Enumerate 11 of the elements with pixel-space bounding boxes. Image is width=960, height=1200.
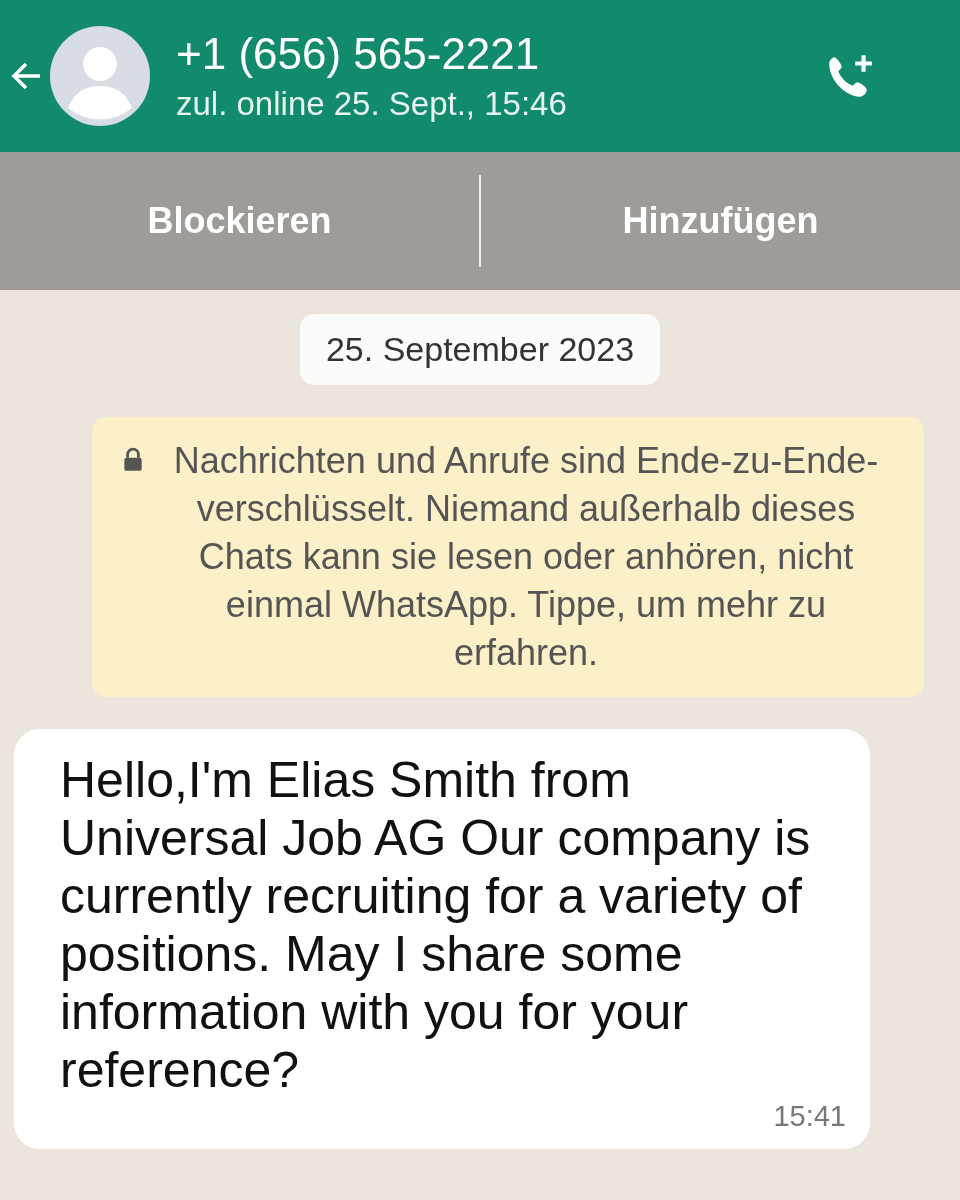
avatar-icon[interactable] <box>50 26 150 126</box>
last-seen-status: zul. online 25. Sept., 15:46 <box>176 84 568 124</box>
lock-icon <box>122 447 144 473</box>
message-text: Hello,I'm Elias Smith from Universal Job AG Our company is currently recruiting for a variety of positions. May I share some information with you for your reference? <box>60 751 812 1099</box>
date-chip: 25. September 2023 <box>299 314 661 385</box>
encryption-notice[interactable]: Nachrichten und Anrufe sind Ende-zu-Ende-verschlüsselt. Niemand außerhalb dieses Chats kann sie lesen oder anhören, nicht einmal WhatsApp. Tippe, um mehr zu erfahren. <box>92 417 924 697</box>
message-time: 15:41 <box>773 1099 846 1133</box>
contact-number[interactable]: +1 (656) 565-2221 <box>176 26 824 82</box>
contact-action-button[interactable]: Hinzufügen <box>481 152 960 290</box>
encryption-notice-text: Nachrichten und Anrufe sind Ende-zu-Ende-verschlüsselt. Niemand außerhalb dieses Chats kann sie lesen oder anhören, nicht einmal WhatsApp. Tippe, um mehr zu erfahren. <box>172 439 880 675</box>
contact-action-button[interactable]: Blockieren <box>0 152 479 290</box>
